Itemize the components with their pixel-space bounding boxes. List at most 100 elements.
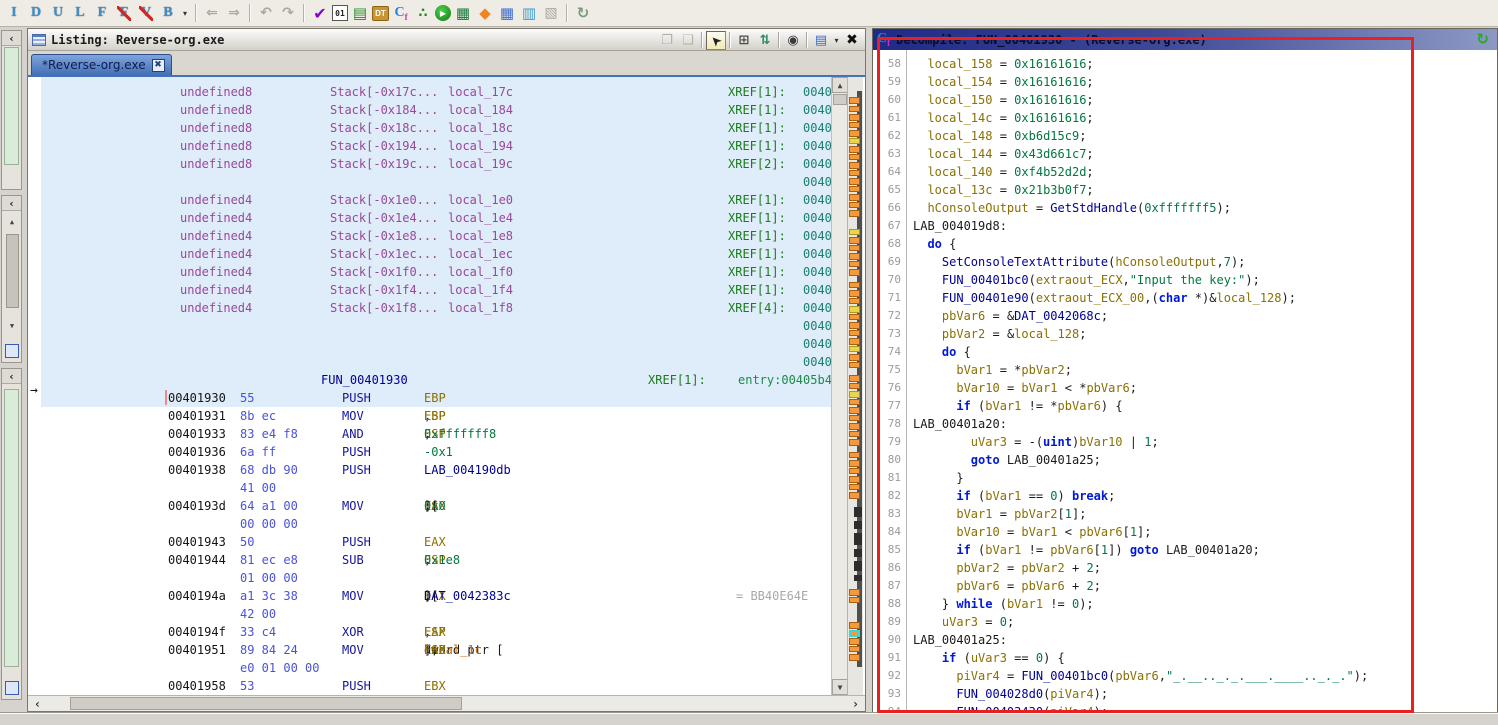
refresh-icon[interactable]: ↻ xyxy=(1476,30,1489,48)
overview-mark[interactable] xyxy=(849,194,860,201)
overview-mark[interactable] xyxy=(849,484,860,490)
clear-v-button[interactable]: V xyxy=(136,3,156,24)
byte-u-button[interactable]: U xyxy=(48,3,68,24)
scroll-left-icon[interactable]: ‹ xyxy=(30,697,45,711)
overview-mark[interactable] xyxy=(849,122,860,128)
byte-l-button[interactable]: L xyxy=(70,3,90,24)
listing-row[interactable]: 0040 xyxy=(28,335,831,353)
code-line[interactable]: 84 bVar10 = bVar1 < pbVar6[1]; xyxy=(873,523,1497,541)
code-line[interactable]: 83 bVar1 = pbVar2[1]; xyxy=(873,505,1497,523)
format-dropdown-icon[interactable]: ▾ xyxy=(832,31,841,50)
overview-mark[interactable] xyxy=(849,186,860,192)
code-line[interactable]: 61 local_14c = 0x16161616; xyxy=(873,109,1497,127)
overview-mark[interactable] xyxy=(849,354,860,361)
code-line[interactable]: 86 pbVar2 = pbVar2 + 2; xyxy=(873,559,1497,577)
overview-mark[interactable] xyxy=(854,561,862,571)
code-line[interactable]: 87 pbVar6 = pbVar6 + 2; xyxy=(873,577,1497,595)
code-line[interactable]: 59 local_154 = 0x16161616; xyxy=(873,73,1497,91)
mini-scroll-up-icon[interactable]: ▲ xyxy=(5,218,19,226)
code-line[interactable]: 91 if (uVar3 == 0) { xyxy=(873,649,1497,667)
byte-f-button[interactable]: F xyxy=(92,3,112,24)
overview-mark[interactable] xyxy=(849,237,860,244)
overview-mark[interactable] xyxy=(849,431,860,437)
overview-mark[interactable] xyxy=(849,338,860,345)
code-line[interactable]: 67LAB_004019d8: xyxy=(873,217,1497,235)
diff-view-icon[interactable]: ⇅ xyxy=(755,31,775,50)
instruction-row[interactable]: 0040194350PUSHEAX xyxy=(28,533,831,551)
code-line[interactable]: 92 piVar4 = FUN_00401bc0(pbVar6,"_.__.._… xyxy=(873,667,1497,685)
document-icon[interactable] xyxy=(5,344,19,358)
defined-data-table-icon[interactable]: ▦ xyxy=(497,3,517,24)
expand-panel-icon[interactable]: ‹ xyxy=(2,31,21,46)
code-line[interactable]: 70 FUN_00401bc0(extraout_ECX,"Input the … xyxy=(873,271,1497,289)
overview-mark[interactable] xyxy=(849,399,860,405)
overview-mark[interactable] xyxy=(849,476,860,483)
code-line[interactable]: 75 bVar1 = *pbVar2; xyxy=(873,361,1497,379)
code-line[interactable]: 74 do { xyxy=(873,343,1497,361)
overview-mark[interactable] xyxy=(849,154,860,160)
table-export-icon[interactable]: ▥ xyxy=(519,3,539,24)
scroll-down-icon[interactable]: ▼ xyxy=(832,679,848,695)
overview-mark[interactable] xyxy=(849,589,860,596)
overview-mark[interactable] xyxy=(849,138,860,144)
snapshot-icon[interactable]: ◉ xyxy=(783,31,803,50)
code-line[interactable]: 62 local_148 = 0xb6d15c9; xyxy=(873,127,1497,145)
instruction-row[interactable]: 0040193055PUSHEBP xyxy=(28,389,831,407)
code-line[interactable]: 66 hConsoleOutput = GetStdHandle(0xfffff… xyxy=(873,199,1497,217)
overview-mark[interactable] xyxy=(849,622,860,629)
overview-mark[interactable] xyxy=(849,114,860,121)
overview-mark[interactable] xyxy=(849,298,860,304)
overview-mark[interactable] xyxy=(849,375,860,382)
overview-mark[interactable] xyxy=(849,597,860,603)
data-type-manager-icon[interactable]: DT xyxy=(372,6,389,21)
code-line[interactable]: 60 local_150 = 0x16161616; xyxy=(873,91,1497,109)
tab-reverse-org-exe[interactable]: *Reverse-org.exe ✖ xyxy=(31,54,172,75)
overview-mark[interactable] xyxy=(849,290,860,297)
overview-mark[interactable] xyxy=(849,322,860,329)
edit-fields-icon[interactable]: ⊞ xyxy=(734,31,754,50)
tab-close-icon[interactable]: ✖ xyxy=(152,59,165,72)
byte-b-button[interactable]: B xyxy=(158,3,178,24)
memory-map-icon[interactable]: ▦ xyxy=(453,3,473,24)
mini-scroll-thumb[interactable] xyxy=(6,234,19,308)
overview-mark[interactable] xyxy=(849,314,860,320)
variable-row[interactable]: undefined8Stack[-0x18c...local_18cXREF[1… xyxy=(28,119,831,137)
instruction-row[interactable]: 0040194481 ec e8SUBESP,0x1e8 xyxy=(28,551,831,569)
overview-mark[interactable] xyxy=(849,97,860,104)
script-manager-icon[interactable]: ▤ xyxy=(350,3,370,24)
overview-mark[interactable] xyxy=(849,106,860,112)
listing-row[interactable]: 00 00 00 xyxy=(28,515,831,533)
overview-mark[interactable] xyxy=(849,162,860,169)
symbol-diamond-icon[interactable]: ◆ xyxy=(475,3,495,24)
code-line[interactable]: 80 goto LAB_00401a25; xyxy=(873,451,1497,469)
variable-row[interactable]: undefined8Stack[-0x184...local_184XREF[1… xyxy=(28,101,831,119)
instruction-row[interactable]: 0040195853PUSHEBX xyxy=(28,677,831,695)
variable-row[interactable]: undefined4Stack[-0x1e0...local_1e0XREF[1… xyxy=(28,191,831,209)
decompiler-icon[interactable]: Cf xyxy=(391,3,411,24)
scroll-right-icon[interactable]: › xyxy=(848,697,863,711)
variable-row[interactable]: undefined8Stack[-0x19c...local_19cXREF[2… xyxy=(28,155,831,173)
document-icon[interactable] xyxy=(5,681,19,695)
overview-mark[interactable] xyxy=(854,533,862,545)
overview-mark[interactable] xyxy=(849,630,860,637)
overview-mark[interactable] xyxy=(854,575,862,581)
listing-horizontal-scrollbar[interactable]: ‹ › xyxy=(28,695,865,711)
expand-panel-icon[interactable]: ‹ xyxy=(2,196,21,211)
instruction-row[interactable]: 004019366a ffPUSH-0x1 xyxy=(28,443,831,461)
code-line[interactable]: 77 if (bVar1 != *pbVar6) { xyxy=(873,397,1497,415)
variable-row[interactable]: undefined4Stack[-0x1e4...local_1e4XREF[1… xyxy=(28,209,831,227)
listing-row[interactable]: 42 00 xyxy=(28,605,831,623)
instruction-row[interactable]: 0040193d64 a1 00MOVEAX,FS:[0x0] xyxy=(28,497,831,515)
listing-row[interactable]: 0040 xyxy=(28,317,831,335)
code-line[interactable]: 78LAB_00401a20: xyxy=(873,415,1497,433)
overview-mark[interactable] xyxy=(849,130,860,137)
overview-mark[interactable] xyxy=(849,282,860,288)
overview-mark[interactable] xyxy=(849,362,860,368)
overview-mark[interactable] xyxy=(849,383,860,389)
code-line[interactable]: 90LAB_00401a25: xyxy=(873,631,1497,649)
variable-row[interactable]: undefined8Stack[-0x17c...local_17cXREF[1… xyxy=(28,83,831,101)
overview-mark[interactable] xyxy=(849,415,860,421)
overview-mark[interactable] xyxy=(849,423,860,430)
function-header-row[interactable]: FUN_00401930XREF[1]:entry:00405b4 xyxy=(28,371,831,389)
variable-row[interactable]: undefined4Stack[-0x1ec...local_1ecXREF[1… xyxy=(28,245,831,263)
